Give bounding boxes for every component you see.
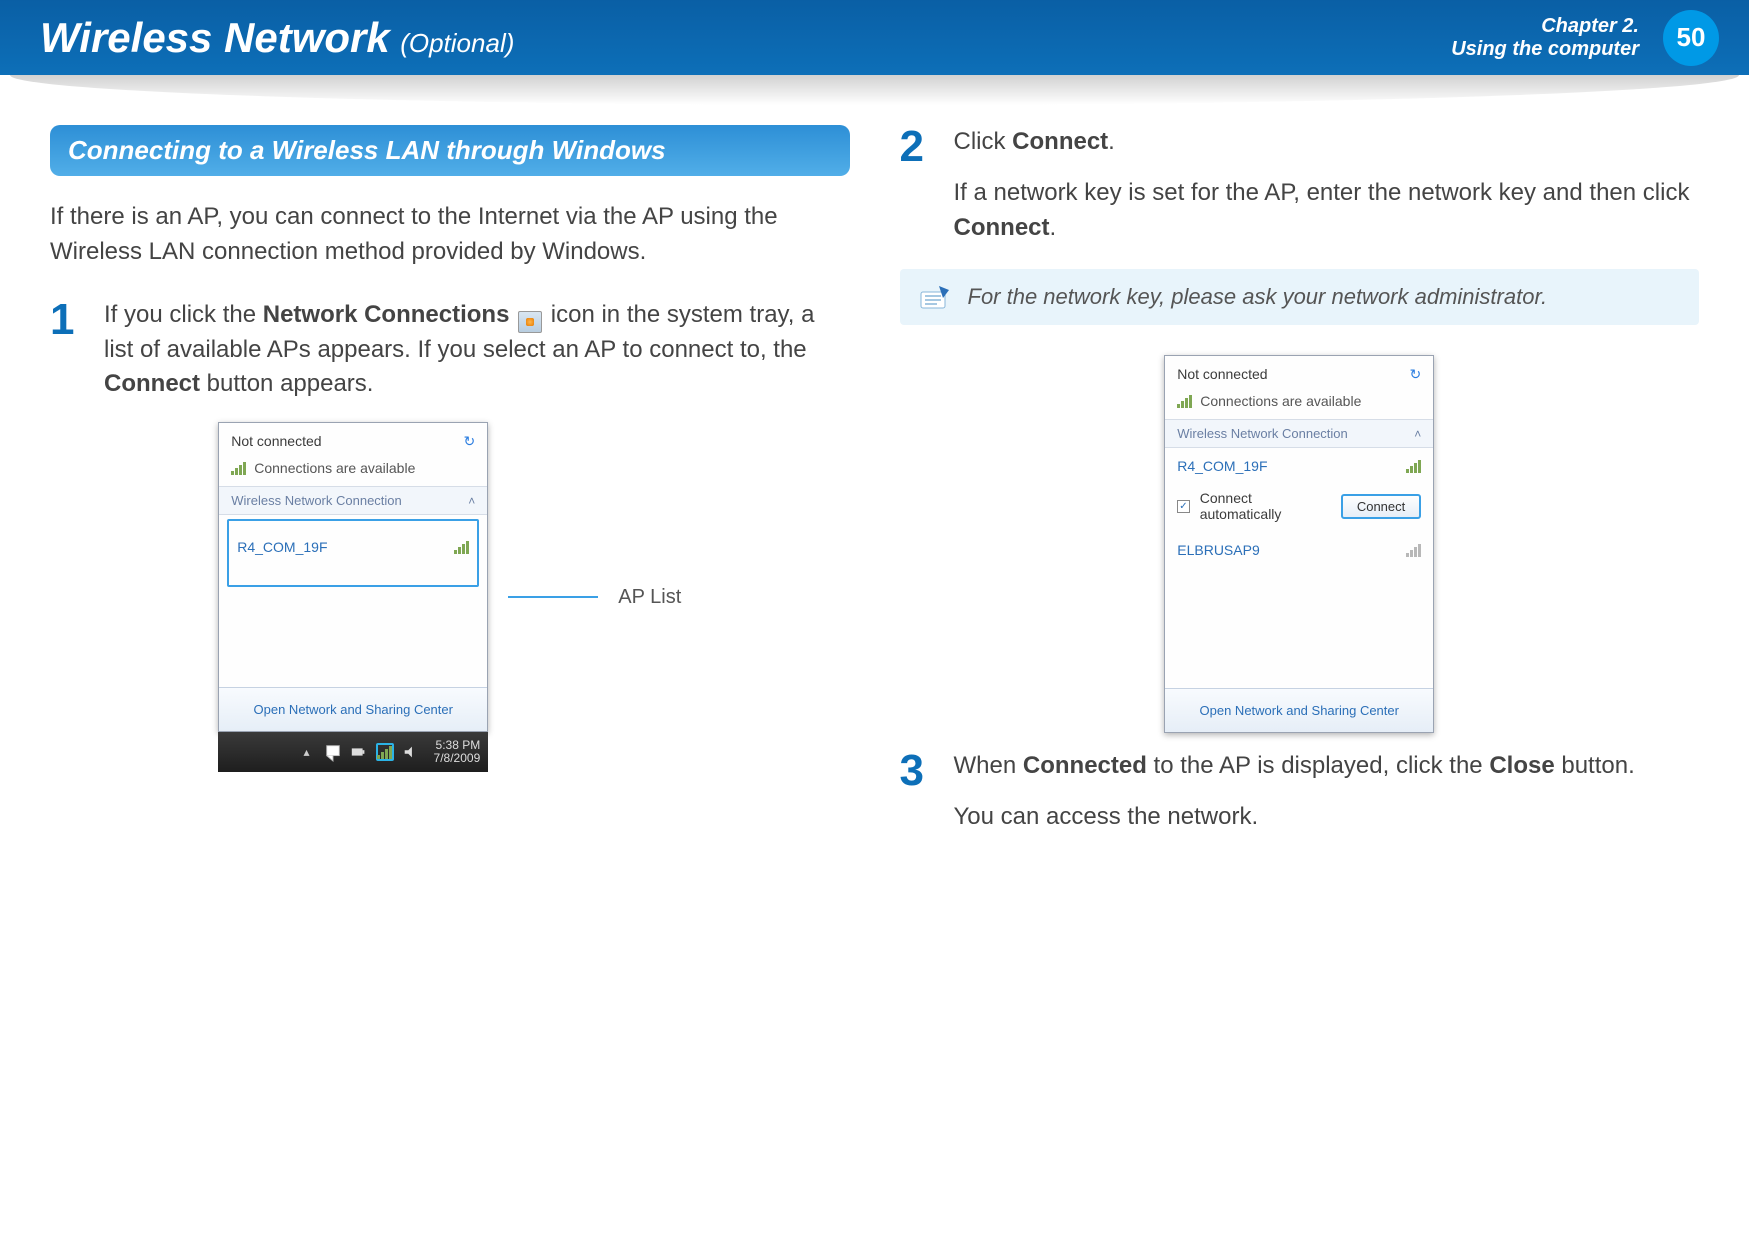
refresh-icon[interactable]: ↻ — [1410, 366, 1422, 383]
page-subtitle: (Optional) — [400, 28, 514, 58]
step-1-body: If you click the Network Connections ico… — [104, 298, 850, 403]
popup-2-available-text: Connections are available — [1200, 393, 1361, 409]
popup-2-available-row: Connections are available — [1177, 393, 1421, 409]
step-2-line1-bold: Connect — [1012, 128, 1108, 155]
volume-icon[interactable] — [402, 743, 420, 761]
popup-1-section-header[interactable]: Wireless Network Connection ˄ — [219, 486, 487, 515]
ap-item-2-name: ELBRUSAP9 — [1177, 542, 1259, 558]
chapter-label: Chapter 2. Using the computer — [1451, 15, 1639, 61]
network-connections-icon — [518, 311, 542, 333]
windows-taskbar: ▴ 5:38 PM 7/8/2009 — [218, 732, 488, 772]
ap-item-highlighted[interactable]: R4_COM_19F — [227, 519, 479, 587]
header-shadow — [10, 75, 1739, 105]
step-3-line1-pre: When — [954, 752, 1023, 779]
popup-1-status: Not connected — [231, 433, 321, 449]
section-heading: Connecting to a Wireless LAN through Win… — [50, 125, 850, 176]
step-1: 1 If you click the Network Connections i… — [50, 298, 850, 403]
signal-icon — [377, 745, 392, 759]
ap-item-2[interactable]: ELBRUSAP9 — [1165, 532, 1433, 568]
callout-connector — [508, 596, 598, 598]
popup-1-with-taskbar: Not connected ↻ Connections are availabl… — [218, 422, 488, 772]
page-header: Wireless Network (Optional) Chapter 2. U… — [0, 0, 1749, 75]
chapter-group: Chapter 2. Using the computer 50 — [1451, 10, 1719, 66]
tray-chevron-icon[interactable]: ▴ — [298, 743, 316, 761]
step-2: 2 Click Connect. If a network key is set… — [900, 125, 1700, 245]
popup-1-section-label: Wireless Network Connection — [231, 493, 402, 508]
ap-item-1-controls: ✓ Connect automatically Connect — [1165, 484, 1433, 532]
figure-2: Not connected ↻ Connections are availabl… — [900, 355, 1700, 733]
taskbar-clock[interactable]: 5:38 PM 7/8/2009 — [428, 739, 481, 765]
step-3-line1-bold2: Close — [1489, 752, 1554, 779]
connect-button[interactable]: Connect — [1341, 494, 1421, 519]
popup-1-header: Not connected ↻ — [231, 433, 475, 450]
connect-auto-checkbox[interactable]: ✓ — [1177, 500, 1189, 513]
chapter-line-1: Chapter 2. — [1451, 15, 1639, 38]
network-tray-icon[interactable] — [376, 743, 394, 761]
info-note-box: For the network key, please ask your net… — [900, 269, 1700, 325]
step-2-line2-bold: Connect — [954, 214, 1050, 241]
step-1-bold-1: Network Connections — [263, 301, 510, 328]
callout-ap-list: AP List — [618, 586, 681, 609]
clock-date: 7/8/2009 — [434, 752, 481, 765]
page-title-group: Wireless Network (Optional) — [40, 14, 514, 62]
step-2-body: Click Connect. If a network key is set f… — [954, 125, 1700, 245]
ap-item-1-name: R4_COM_19F — [1177, 458, 1267, 474]
note-icon — [918, 283, 954, 311]
network-popup-2: Not connected ↻ Connections are availabl… — [1164, 355, 1434, 733]
popup-1-footer-link[interactable]: Open Network and Sharing Center — [219, 687, 487, 731]
popup-1-available-text: Connections are available — [254, 460, 415, 476]
step-2-line2-post: . — [1050, 214, 1057, 241]
step-3-line1-mid: to the AP is displayed, click the — [1147, 752, 1489, 779]
refresh-icon[interactable]: ↻ — [464, 433, 476, 450]
network-popup-1: Not connected ↻ Connections are availabl… — [218, 422, 488, 732]
signal-weak-icon — [1406, 543, 1421, 557]
page-number-badge: 50 — [1663, 10, 1719, 66]
step-2-number: 2 — [900, 125, 940, 245]
power-icon[interactable] — [350, 743, 368, 761]
popup-1-available-row: Connections are available — [231, 460, 475, 476]
popup-2-footer-link[interactable]: Open Network and Sharing Center — [1165, 688, 1433, 732]
step-3-body: When Connected to the AP is displayed, c… — [954, 749, 1635, 835]
step-3-number: 3 — [900, 749, 940, 835]
popup-2-header: Not connected ↻ — [1177, 366, 1421, 383]
step-2-line2-pre: If a network key is set for the AP, ente… — [954, 179, 1690, 206]
chevron-up-icon: ˄ — [1414, 427, 1421, 441]
left-column: Connecting to a Wireless LAN through Win… — [50, 125, 850, 855]
signal-icon — [231, 461, 246, 475]
signal-icon — [1406, 459, 1421, 473]
step-1-text-post: button appears. — [200, 370, 373, 397]
page-title: Wireless Network — [40, 14, 390, 61]
popup-2-status: Not connected — [1177, 366, 1267, 382]
ap-1-name: R4_COM_19F — [237, 539, 327, 555]
popup-2-section-header[interactable]: Wireless Network Connection ˄ — [1165, 419, 1433, 448]
step-2-line1-pre: Click — [954, 128, 1013, 155]
step-1-text-pre: If you click the — [104, 301, 263, 328]
right-column: 2 Click Connect. If a network key is set… — [900, 125, 1700, 855]
intro-text: If there is an AP, you can connect to th… — [50, 200, 850, 270]
step-3-line1-post: button. — [1555, 752, 1635, 779]
popup-2-section-label: Wireless Network Connection — [1177, 426, 1348, 441]
figure-1: Not connected ↻ Connections are availabl… — [50, 422, 850, 772]
chevron-up-icon: ˄ — [468, 494, 475, 508]
step-1-number: 1 — [50, 298, 90, 403]
step-1-bold-2: Connect — [104, 370, 200, 397]
step-3: 3 When Connected to the AP is displayed,… — [900, 749, 1700, 835]
signal-icon — [1177, 394, 1192, 408]
action-center-icon[interactable] — [324, 743, 342, 761]
ap-item-1[interactable]: R4_COM_19F — [1165, 448, 1433, 484]
signal-icon — [454, 540, 469, 554]
chapter-line-2: Using the computer — [1451, 38, 1639, 61]
connect-auto-label: Connect automatically — [1200, 490, 1331, 522]
step-3-line1-bold1: Connected — [1023, 752, 1147, 779]
step-3-line2: You can access the network. — [954, 800, 1635, 835]
info-note-text: For the network key, please ask your net… — [968, 284, 1548, 310]
step-2-line1-post: . — [1108, 128, 1115, 155]
